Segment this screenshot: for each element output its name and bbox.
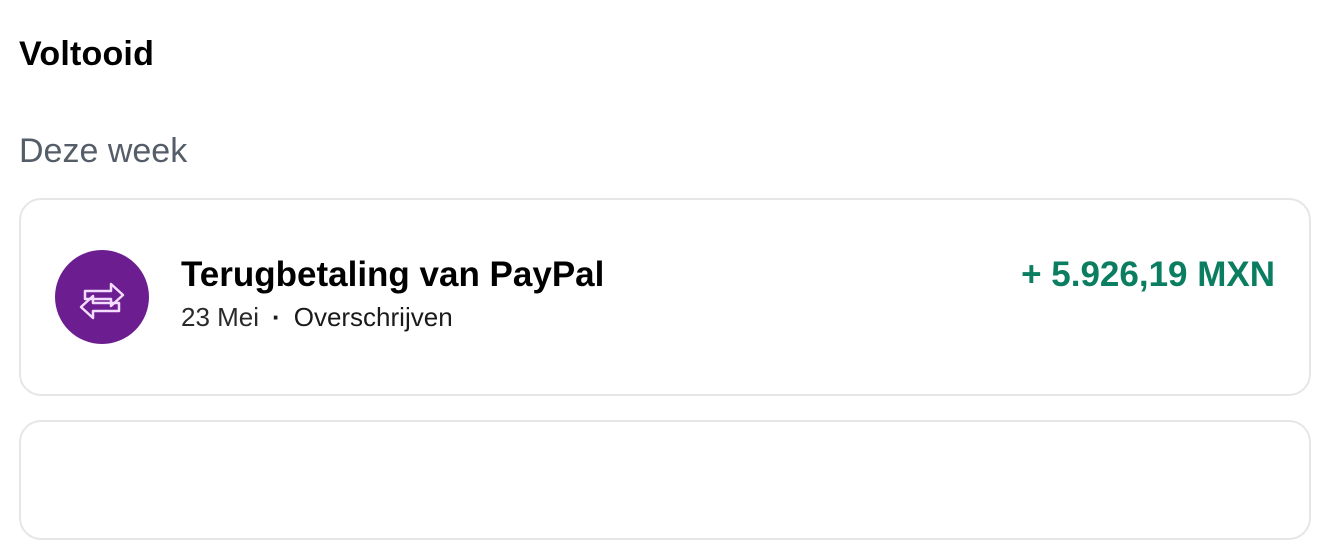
transaction-meta: 23 Mei · Overschrijven xyxy=(181,301,453,333)
transaction-date: 23 Mei xyxy=(181,302,260,332)
completed-section-title: Voltooid xyxy=(19,35,155,73)
this-week-heading: Deze week xyxy=(19,132,188,170)
transfer-arrows-icon xyxy=(79,282,125,320)
transaction-amount: + 5.926,19 MXN xyxy=(1021,255,1275,294)
transaction-icon-container xyxy=(55,250,149,344)
meta-separator: · xyxy=(272,302,281,332)
transaction-title: Terugbetaling van PayPal xyxy=(181,255,605,294)
transaction-card[interactable]: Terugbetaling van PayPal 23 Mei · Oversc… xyxy=(19,198,1311,396)
next-transaction-card[interactable] xyxy=(19,420,1311,540)
transaction-type: Overschrijven xyxy=(293,302,453,332)
